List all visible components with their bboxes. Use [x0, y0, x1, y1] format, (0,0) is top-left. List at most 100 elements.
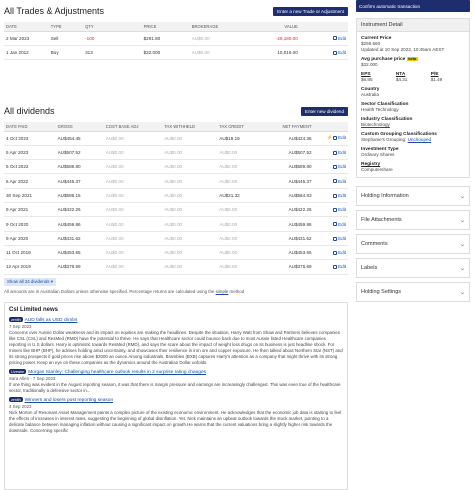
trades-table: DATE TYPE QTY PRICE BROKERAGE VALUE 2 Ma…	[4, 22, 348, 61]
file-attachments-section[interactable]: File Attachments ⌄	[356, 210, 470, 230]
dividend-date: 9 Apr 2021	[4, 202, 56, 218]
news-item: zenith AUD falls as USD climbs 7 Sep 2023…	[9, 317, 343, 366]
calendar-icon[interactable]	[333, 222, 338, 227]
calendar-icon[interactable]	[333, 208, 338, 212]
dividend-net-payment: AU$589.80	[268, 159, 314, 175]
news-item-date: 4 Sep 2023	[9, 404, 32, 409]
currency-note: All amounts are in Australian Dollars un…	[4, 289, 348, 294]
custom-grouping-link[interactable]: Unclrouped	[408, 137, 432, 142]
trades-title: All Trades & Adjustments	[4, 6, 105, 16]
country-value: Australia	[361, 92, 379, 97]
show-all-dividends-button[interactable]: Show all 24 dividends ▾	[4, 277, 56, 286]
news-item-title[interactable]: Morgan Stanley: Challenging healthcare o…	[28, 370, 206, 375]
news-item: zenith Winners and losers post reporting …	[9, 397, 343, 434]
comments-section[interactable]: Comments ⌄	[356, 234, 470, 254]
dividends-header: All dividends Enter new dividend	[4, 100, 348, 122]
dividend-net-payment: AU$459.86	[268, 216, 314, 232]
trade-price: $32.000	[141, 45, 190, 61]
table-row: 2 Mar 2023 Sell -100 $291.80 AU$0.00 -29…	[4, 31, 348, 46]
sidebar-sections: Holding Information ⌄ File Attachments ⌄ C…	[356, 186, 470, 302]
news-item-title[interactable]: Winners and losers post reporting season	[25, 398, 114, 403]
table-row: 5 Apr 2023 AU$507.52 AU$0.00 AU$0.00 AU$0.00…	[4, 145, 348, 161]
dividend-net-payment: AU$507.52	[268, 145, 314, 161]
calendar-icon[interactable]	[333, 193, 338, 198]
dividend-actions: Edit	[313, 231, 348, 246]
news-item-body: Nick Morton of Resonant Asset Management…	[9, 410, 342, 433]
dividend-tax-withheld: AU$0.00	[162, 202, 218, 218]
dividend-tax-credit: AU$0.00	[217, 245, 269, 261]
dividend-net-payment: AU$424.36	[268, 131, 314, 146]
col-qty: QTY	[83, 22, 142, 32]
note-text-end: method	[229, 288, 245, 294]
dividend-tax-credit: AU$0.00	[217, 159, 269, 175]
labels-section[interactable]: Labels ⌄	[356, 258, 470, 278]
dividend-actions: Edit	[313, 202, 348, 218]
section-label: Labels	[361, 265, 378, 271]
table-row: 5 Oct 2022 AU$589.80 AU$0.00 AU$0.00 AU$0.00…	[4, 159, 348, 175]
calendar-icon[interactable]	[333, 265, 338, 270]
dividend-actions: Edit	[313, 159, 348, 175]
calendar-icon[interactable]	[333, 36, 338, 41]
dividend-date: 5 Apr 2023	[4, 145, 56, 161]
calendar-icon[interactable]	[333, 179, 338, 184]
trade-qty: 313	[83, 45, 142, 61]
confirm-transaction-button[interactable]: Confirm automatic transaction	[356, 0, 470, 12]
dividend-actions: Edit	[313, 216, 348, 232]
edit-link[interactable]: Edit	[338, 135, 346, 140]
edit-link[interactable]: Edit	[338, 264, 346, 269]
table-row: 6 Apr 2022 AU$445.37 AU$0.00 AU$0.00 AU$0.00…	[4, 173, 348, 189]
calendar-icon[interactable]	[333, 165, 338, 170]
dividend-gross: AU$507.52	[55, 145, 104, 161]
chevron-down-icon: ⌄	[459, 193, 465, 200]
news-item: Livewire Morgan Stanley: Challenging heal…	[9, 369, 343, 394]
new-trade-button[interactable]: Enter a new Trade or Adjustment	[273, 6, 348, 16]
calendar-icon[interactable]	[333, 250, 338, 255]
section-label: Holding Information	[361, 193, 409, 199]
calendar-icon[interactable]	[333, 136, 338, 141]
calendar-icon[interactable]	[333, 150, 338, 155]
dividend-date: 9 Apr 2020	[4, 231, 56, 246]
dividend-tax-credit: AU$0.00	[217, 173, 269, 189]
table-row: 12 Apr 2019 AU$376.69 AU$0.00 AU$0.00 AU$0.0…	[4, 259, 348, 275]
dividend-net-payment: AU$431.62	[268, 231, 314, 246]
calendar-icon[interactable]	[333, 50, 338, 55]
col-tax-withheld: TAX WITHHELD	[162, 122, 218, 132]
main-column: All Trades & Adjustments Enter a new Tra…	[4, 0, 348, 294]
col-net-payment: NET PAYMENT	[268, 122, 314, 132]
dividend-actions: Edit	[313, 259, 348, 275]
simple-method-link[interactable]: simple	[216, 289, 229, 294]
industry-link[interactable]: Biotechnology	[361, 122, 465, 128]
news-item-title[interactable]: AUD falls as USD climbs	[25, 318, 78, 323]
calendar-icon[interactable]	[333, 236, 338, 241]
chevron-down-icon: ▾	[50, 278, 53, 284]
trade-date: 2 Mar 2023	[4, 31, 49, 46]
edit-link[interactable]: Edit	[338, 179, 346, 184]
dividend-date: 5 Oct 2022	[4, 159, 56, 175]
edit-link[interactable]: Edit	[338, 193, 346, 198]
edit-link[interactable]: Edit	[338, 150, 346, 155]
col-price: PRICE	[141, 22, 190, 32]
holding-settings-section[interactable]: Holding Settings ⌄	[356, 282, 470, 302]
dividend-gross: AU$445.37	[55, 173, 104, 189]
new-dividend-button[interactable]: Enter new dividend	[300, 106, 348, 116]
news-source-badge: zenith	[9, 397, 23, 403]
edit-link[interactable]: Edit	[338, 236, 346, 241]
sector-value: Health Technology	[361, 107, 399, 112]
edit-link[interactable]: Edit	[338, 50, 346, 55]
edit-link[interactable]: Edit	[338, 36, 346, 41]
dividend-actions: Edit	[313, 173, 348, 189]
edit-link[interactable]: Edit	[338, 207, 346, 212]
holding-information-section[interactable]: Holding Information ⌄	[356, 186, 470, 206]
edit-link[interactable]: Edit	[338, 222, 346, 227]
nta-value: $4.31	[395, 77, 408, 82]
trade-value: 10,016.00	[237, 45, 300, 61]
dividend-tax-credit: AU$21.32	[217, 188, 269, 204]
dividends-header-row: DATE PAID GROSS COST BASE ADJ TAX WITHHE…	[4, 122, 348, 132]
dividend-cost-base-adj: AU$0.00	[103, 259, 163, 275]
edit-link[interactable]: Edit	[338, 164, 346, 169]
dividend-cost-base-adj: AU$0.00	[103, 131, 163, 146]
edit-link[interactable]: Edit	[338, 250, 346, 255]
dividend-tax-withheld: AU$0.00	[162, 131, 218, 146]
section-label: File Attachments	[361, 217, 402, 223]
section-label: Holding Settings	[361, 289, 402, 295]
